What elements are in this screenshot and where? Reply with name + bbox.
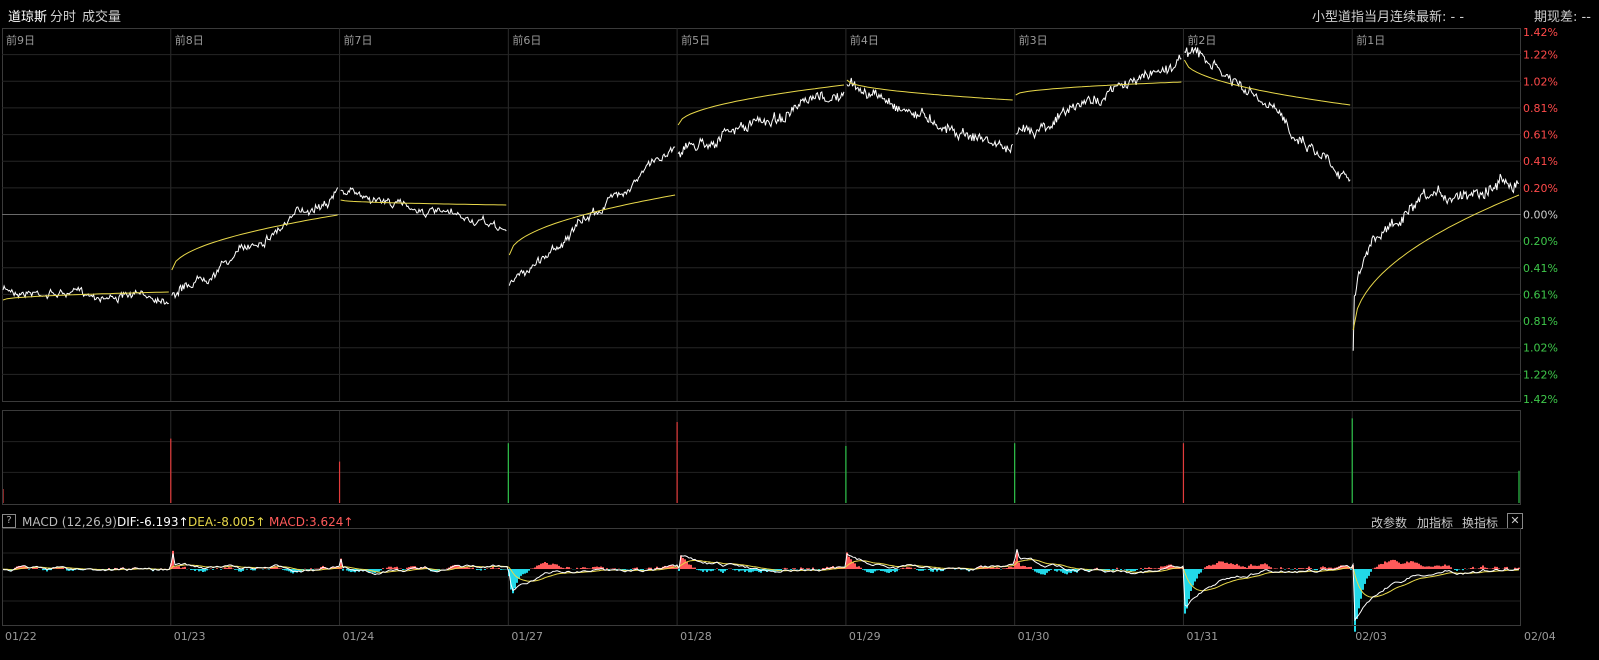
date-label: 01/29 [849, 630, 881, 643]
date-label: 02/04 [1524, 630, 1556, 643]
price-line [171, 187, 339, 300]
day-label: 前7日 [344, 33, 373, 47]
day-label: 前1日 [1356, 33, 1385, 47]
average-line [171, 214, 338, 271]
day-label: 前3日 [1019, 33, 1048, 47]
macd-value: MACD:3.624↑ [269, 515, 354, 529]
pct-label: 1.42% [1523, 26, 1558, 39]
macd-dif: DIF:-6.193↑ [117, 515, 189, 529]
day-label: 前5日 [681, 33, 710, 47]
pct-label: 0.61% [1523, 129, 1558, 142]
date-label: 02/03 [1355, 630, 1387, 643]
average-line [846, 79, 1013, 101]
price-line [2, 284, 169, 305]
day-label: 前4日 [850, 33, 879, 47]
date-label: 01/23 [174, 630, 206, 643]
price-line [508, 146, 676, 286]
average-line [677, 84, 844, 126]
average-line [508, 194, 676, 256]
date-label: 01/30 [1018, 630, 1050, 643]
close-icon[interactable]: ✕ [1507, 513, 1523, 529]
date-label: 01/27 [511, 630, 543, 643]
pct-label: 0.41% [1523, 155, 1558, 168]
pct-label: 1.02% [1523, 75, 1558, 88]
pct-label: 0.81% [1523, 315, 1558, 328]
day-label: 前9日 [6, 33, 35, 47]
day-label: 前6日 [512, 33, 541, 47]
date-label: 01/31 [1186, 630, 1218, 643]
average-line [1015, 81, 1182, 96]
average-line [340, 199, 507, 206]
average-line [1352, 194, 1520, 331]
pct-label: 1.22% [1523, 49, 1558, 62]
day-label: 前8日 [175, 33, 204, 47]
pct-label: 0.20% [1523, 235, 1558, 248]
pct-label: 0.61% [1523, 288, 1558, 301]
price-line [846, 77, 1014, 154]
day-label: 前2日 [1187, 33, 1216, 47]
macd-dea: DEA:-8.005↑ [188, 515, 266, 529]
volume-chart-frame[interactable] [2, 410, 1521, 505]
price-line [677, 91, 845, 158]
price-line [340, 187, 507, 232]
average-line [1183, 59, 1351, 106]
pct-label: 1.02% [1523, 342, 1558, 355]
pct-label: 0.00% [1523, 209, 1558, 222]
date-label: 01/24 [343, 630, 375, 643]
date-label: 01/28 [680, 630, 712, 643]
macd-name: MACD (12,26,9) [22, 515, 117, 529]
pct-label: 0.20% [1523, 182, 1558, 195]
pct-label: 1.42% [1523, 393, 1558, 406]
price-line [1352, 173, 1520, 351]
pct-label: 0.41% [1523, 262, 1558, 275]
pct-label: 0.81% [1523, 102, 1558, 115]
price-line [1015, 54, 1182, 140]
macd-chart-frame[interactable] [2, 528, 1521, 626]
date-label: 01/22 [5, 630, 37, 643]
pct-label: 1.22% [1523, 368, 1558, 381]
